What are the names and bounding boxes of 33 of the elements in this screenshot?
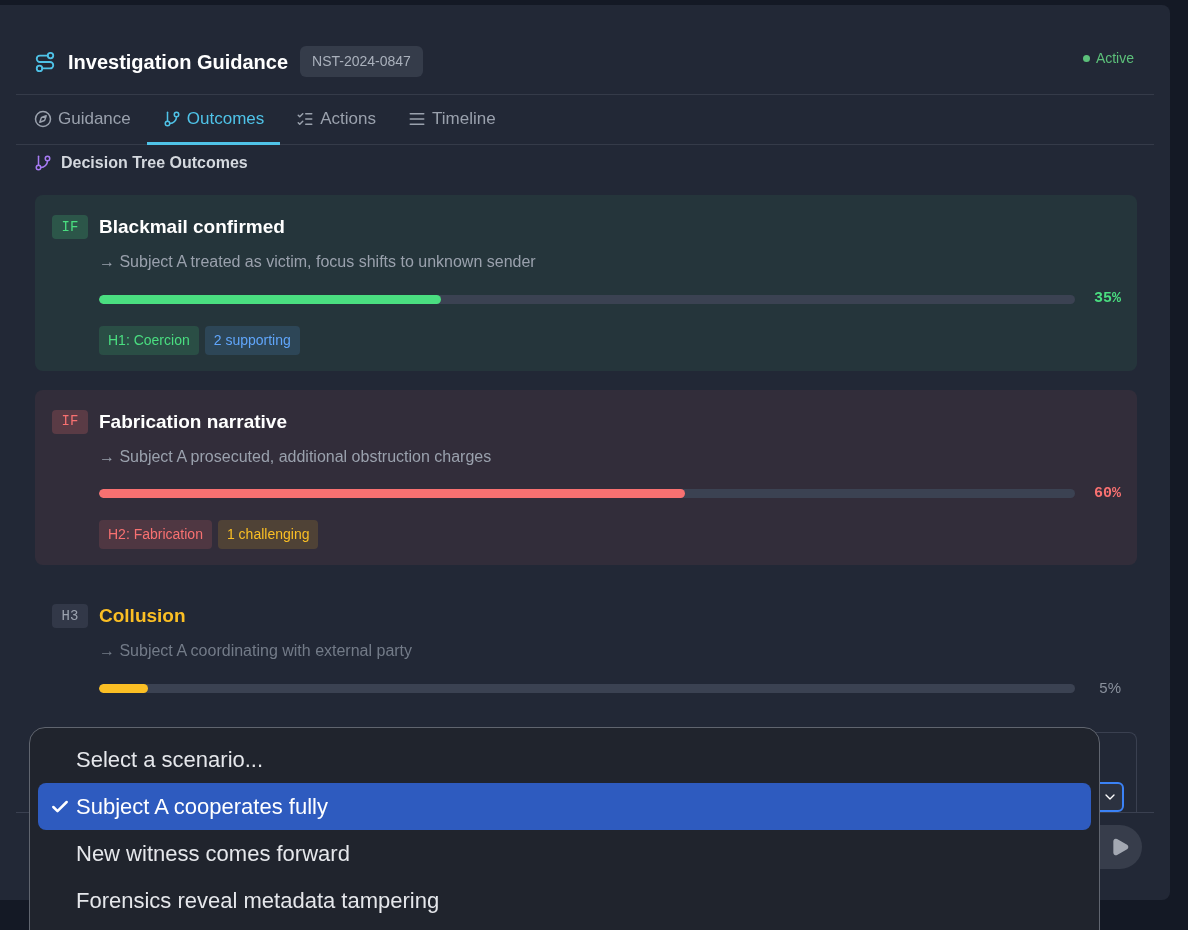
route-icon	[34, 50, 56, 73]
section-title: Decision Tree Outcomes	[61, 153, 248, 173]
probability-value: 35%	[1093, 289, 1121, 309]
outcome-result: → Subject A prosecuted, additional obstruction charges	[99, 446, 493, 467]
tab[interactable]: Actions	[280, 95, 392, 145]
case-id-badge: NST-2024-0847	[300, 46, 423, 77]
hypothesis-tag: H1: Coercion	[99, 325, 199, 355]
outcome-result: → Subject A treated as victim, focus shifts to unknown sender	[99, 252, 537, 272]
hypothesis-tag: 2 supporting	[204, 325, 300, 355]
play-icon	[1110, 836, 1130, 857]
probability-value: 5%	[1098, 678, 1121, 698]
outcome-title: Collusion	[99, 604, 187, 628]
outcome-title: Blackmail confirmed	[99, 215, 286, 239]
outcome-result: → Subject A coordinating with external party	[99, 641, 414, 661]
tab-icon	[34, 109, 52, 128]
condition-badge: H3	[52, 604, 88, 628]
menu-option[interactable]: New witness comes forward	[38, 830, 1091, 877]
menu-option[interactable]: Forensics reveal metadata tampering	[38, 877, 1091, 924]
condition-badge: IF	[52, 409, 88, 434]
menu-option[interactable]: Select a scenario...	[38, 736, 1091, 783]
panel-title: Investigation Guidance	[68, 49, 289, 75]
outcome-title: Fabrication narrative	[99, 409, 288, 434]
branch-icon	[34, 154, 52, 172]
menu-option[interactable]: Subject A cooperates fully	[38, 783, 1091, 830]
condition-badge: IF	[52, 215, 88, 239]
hypothesis-tag: 1 challenging	[217, 520, 319, 549]
status-label: Active	[1095, 49, 1134, 68]
hypothesis-tag: H2: Fabrication	[99, 520, 212, 549]
probability-value: 60%	[1093, 483, 1121, 504]
tab[interactable]: Timeline	[392, 95, 512, 145]
tab[interactable]: Guidance	[18, 95, 147, 145]
tab-icon	[162, 109, 181, 128]
tab[interactable]: Outcomes	[146, 95, 281, 145]
